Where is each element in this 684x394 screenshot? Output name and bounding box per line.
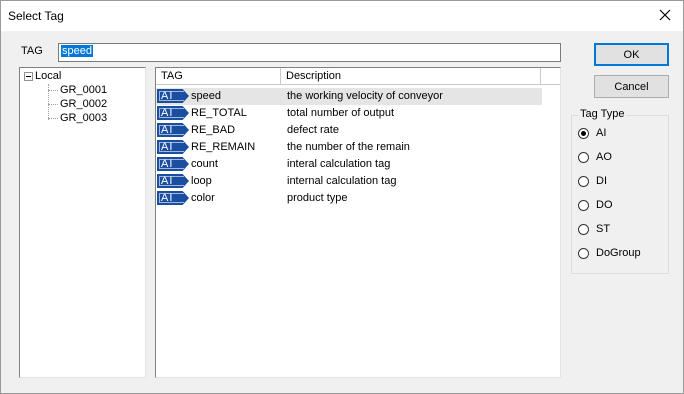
column-header-filler [541,68,560,85]
window-title: Select Tag [8,9,64,23]
table-row[interactable]: AI RE_TOTAL total number of output [156,105,542,122]
tree-root-label: Local [35,70,62,82]
ok-button[interactable]: OK [594,43,669,66]
radio-ao[interactable]: AO [578,151,612,163]
radio-do[interactable]: DO [578,199,613,211]
ai-tag-icon: AI [157,106,189,120]
column-header-description[interactable]: Description [281,68,541,85]
ai-tag-icon: AI [157,157,189,171]
group-tree[interactable]: Local GR_0001 GR_0002 GR_0003 [19,67,146,378]
radio-dogroup[interactable]: DoGroup [578,247,641,259]
radio-di[interactable]: DI [578,175,607,187]
table-row[interactable]: AI RE_BAD defect rate [156,122,542,139]
column-header-tag[interactable]: TAG [156,68,281,85]
row-description: the working velocity of conveyor [287,90,443,102]
radio-unchecked-icon [578,151,589,163]
radio-unchecked-icon [578,223,589,235]
close-icon [659,9,671,21]
radio-unchecked-icon [578,247,589,259]
select-tag-dialog: Select Tag TAG speed OK Cancel Local GR_… [0,0,684,394]
radio-label: AI [596,127,607,139]
minus-expander-icon[interactable] [24,71,33,81]
list-header: TAG Description [156,68,560,85]
radio-label: ST [596,223,611,235]
row-tag: count [191,158,218,170]
radio-label: DI [596,175,607,187]
close-button[interactable] [653,4,677,26]
tag-list[interactable]: TAG Description AI speed the working vel… [155,67,561,378]
tree-item-label: GR_0001 [60,84,108,96]
ai-tag-icon: AI [157,140,189,154]
ai-tag-icon: AI [157,123,189,137]
ai-tag-icon: AI [157,174,189,188]
table-row[interactable]: AI color product type [156,190,542,207]
row-tag: RE_TOTAL [191,107,247,119]
radio-unchecked-icon [578,175,589,187]
tree-item-label: GR_0003 [60,112,108,124]
tree-item-gr-0002[interactable]: GR_0002 [48,98,107,110]
table-row[interactable]: AI RE_REMAIN the number of the remain [156,139,542,156]
row-description: total number of output [287,107,395,119]
radio-st[interactable]: ST [578,223,610,235]
row-description: internal calculation tag [287,175,397,187]
row-tag: color [191,192,215,204]
cancel-button[interactable]: Cancel [594,75,669,98]
title-bar: Select Tag [1,1,683,31]
row-tag: loop [191,175,212,187]
ai-tag-icon: AI [157,191,189,205]
tag-label: TAG [21,45,43,57]
radio-label: DoGroup [596,247,641,259]
row-tag: speed [191,90,221,102]
row-description: defect rate [287,124,339,136]
table-row[interactable]: AI loop internal calculation tag [156,173,542,190]
table-row[interactable]: AI speed the working velocity of conveyo… [156,88,542,105]
tag-type-label: Tag Type [578,108,627,120]
tree-item-label: GR_0002 [60,98,108,110]
row-description: the number of the remain [287,141,410,153]
row-description: product type [287,192,348,204]
radio-label: DO [596,199,613,211]
tag-input-value: speed [61,45,93,57]
row-tag: RE_BAD [191,124,236,136]
tree-root-local[interactable]: Local [24,70,61,82]
row-tag: RE_REMAIN [191,141,256,153]
radio-unchecked-icon [578,199,589,211]
radio-ai[interactable]: AI [578,127,606,139]
radio-label: AO [596,151,612,163]
ai-tag-icon: AI [157,89,189,103]
tag-input[interactable]: speed [58,43,561,62]
table-row[interactable]: AI count interal calculation tag [156,156,542,173]
row-description: interal calculation tag [287,158,391,170]
radio-checked-icon [578,127,589,139]
tree-item-gr-0001[interactable]: GR_0001 [48,84,107,96]
tree-item-gr-0003[interactable]: GR_0003 [48,112,107,124]
